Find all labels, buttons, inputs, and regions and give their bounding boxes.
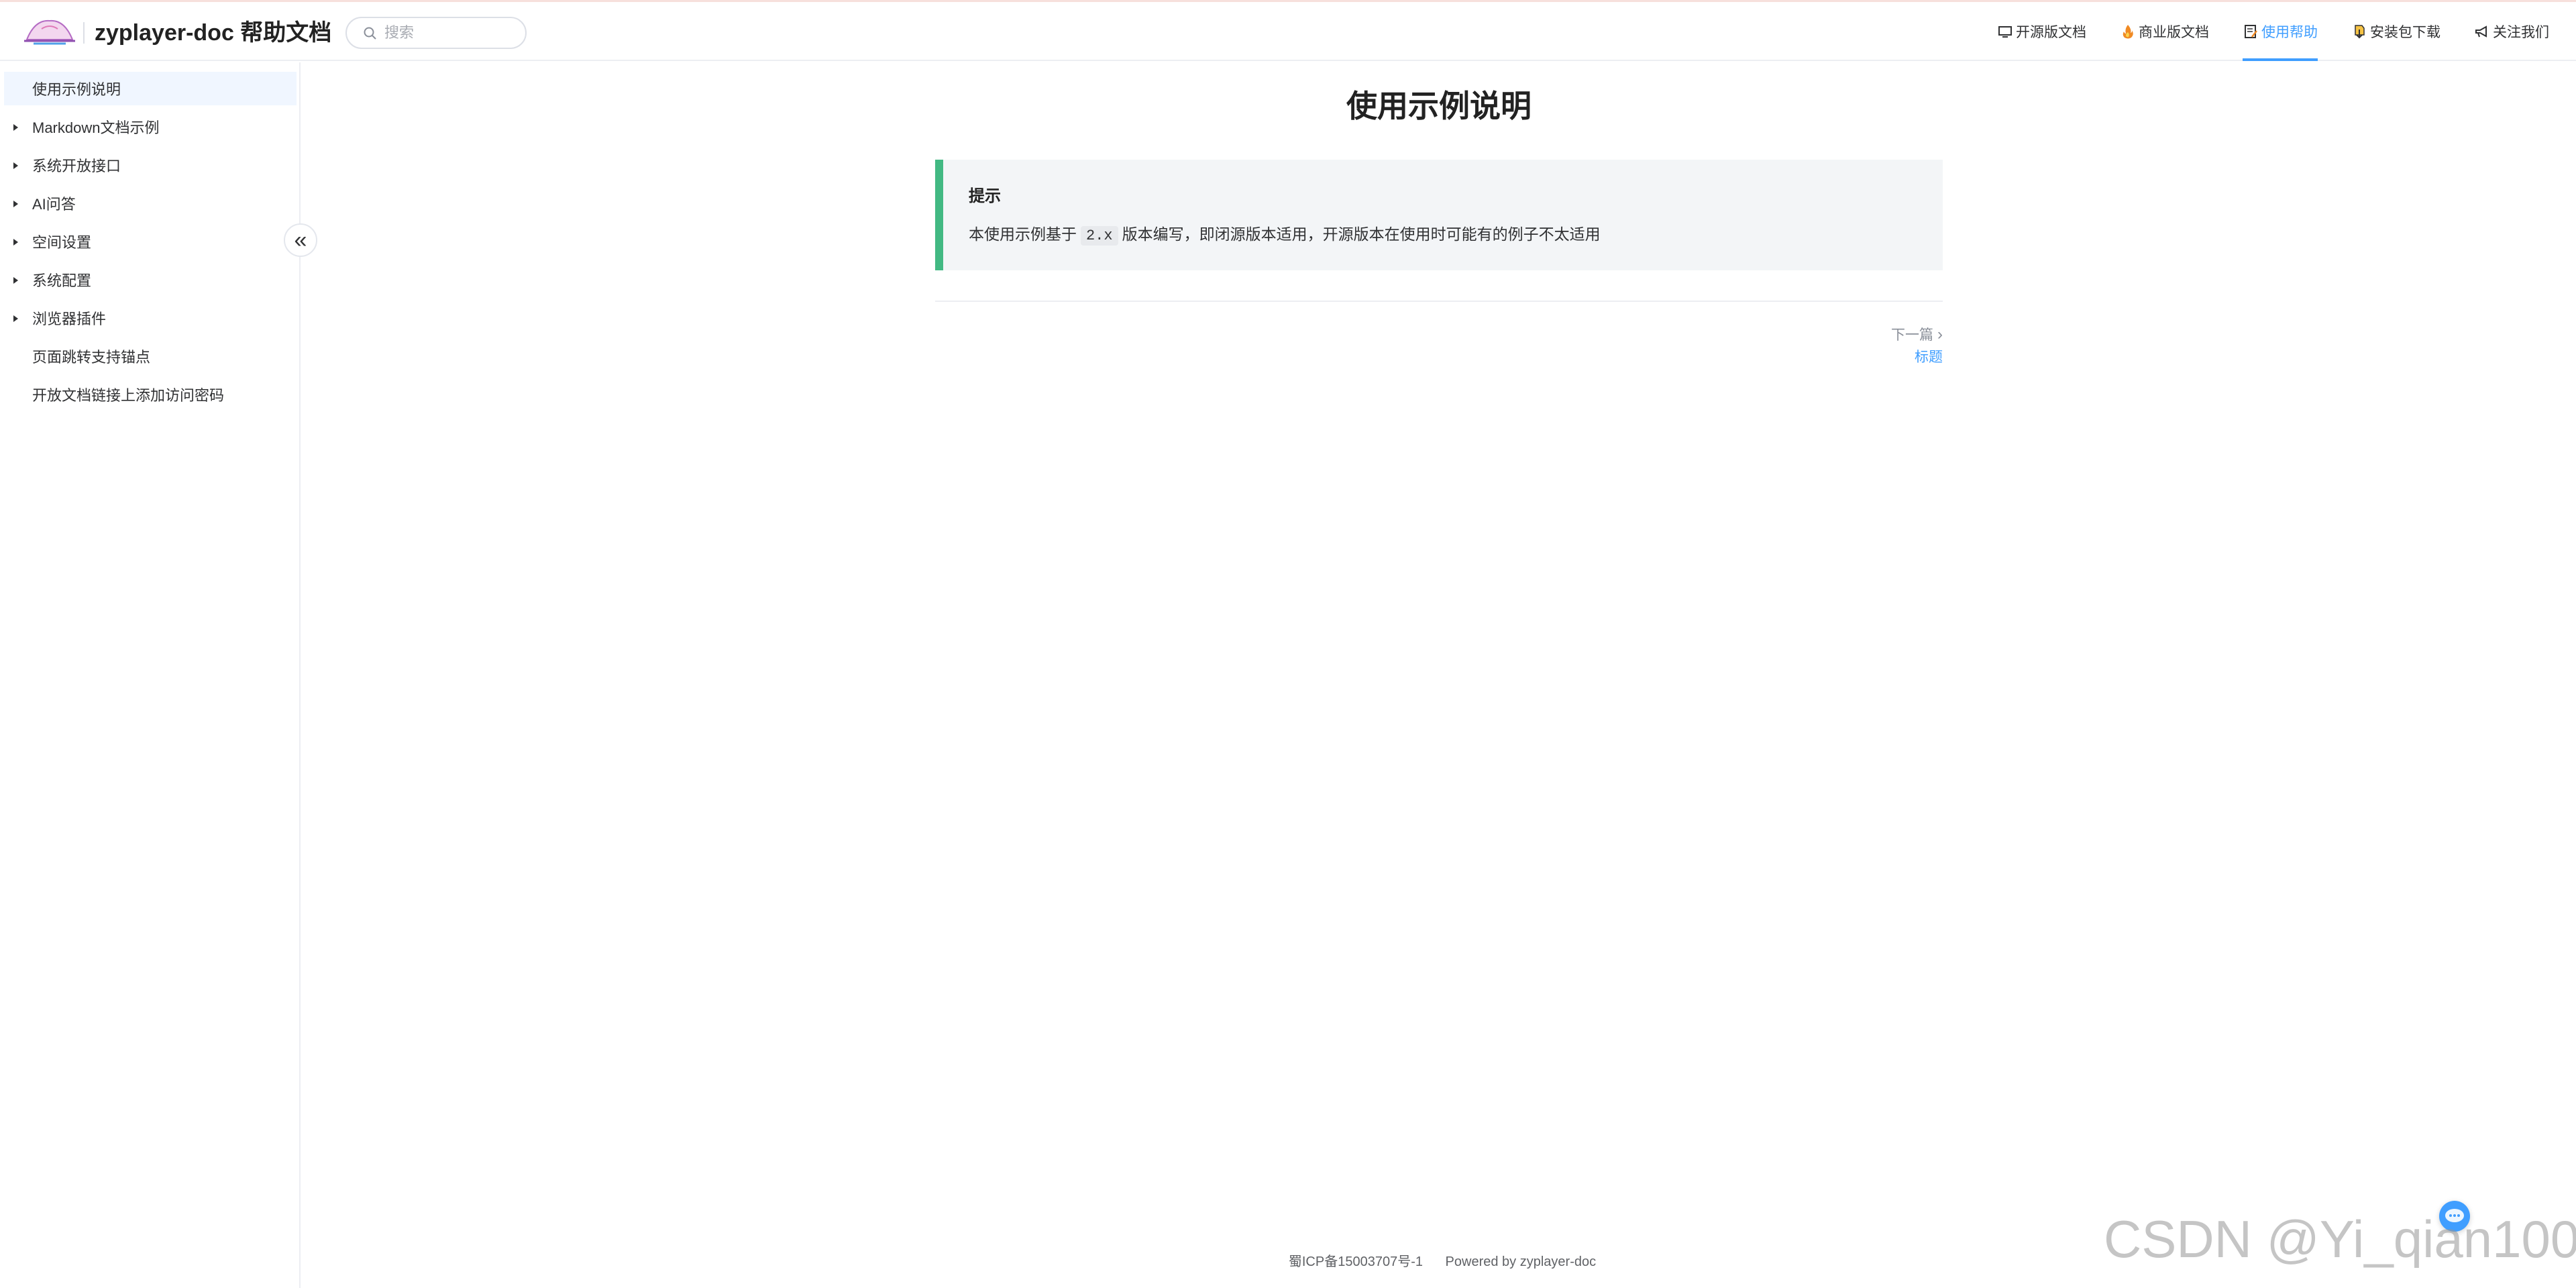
sidebar-item-open-api[interactable]: 系统开放接口 [0,148,297,182]
sidebar-item-label: 浏览器插件 [32,311,107,327]
nav-label: 安装包下载 [2370,25,2440,40]
sidebar-item-space-settings[interactable]: 空间设置 [0,225,297,258]
fire-icon [2123,25,2133,39]
sidebar-item-ai-qa[interactable]: AI问答 [0,186,297,220]
site-title[interactable]: zyplayer-doc 帮助文档 [95,17,331,49]
caret-right-icon[interactable] [13,315,18,322]
sidebar-item-label: 使用示例说明 [32,81,121,98]
caret-right-icon[interactable] [13,162,18,169]
sidebar-item-system-config[interactable]: 系统配置 [0,263,297,297]
inline-code: 2.x [1081,226,1118,246]
caret-right-icon[interactable] [13,124,18,131]
powered-by-link[interactable]: Powered by zyplayer-doc [1446,1254,1597,1269]
caret-right-icon[interactable] [13,277,18,284]
megaphone-icon [2475,25,2487,38]
caret-right-icon[interactable] [13,201,18,207]
page: zyplayer-doc 帮助文档 开源版文档 商业版 [0,0,2576,1288]
search-icon [364,27,376,40]
nav-label: 商业版文档 [2139,25,2209,40]
search-box[interactable] [345,17,527,49]
download-icon [2355,25,2365,39]
collapse-sidebar-button[interactable]: « [284,223,317,257]
footer: 蜀ICP备15003707号-1 Powered by zyplayer-doc [1140,1250,1744,1270]
tip-text: 本使用示例基于 2.x 版本编写，即闭源版本适用，开源版本在使用时可能有的例子不太适… [969,221,1601,246]
sidebar-item-label: 开放文档链接上添加访问密码 [32,387,225,404]
sidebar-item-label: AI问答 [32,196,76,213]
nav-follow-us[interactable]: 关注我们 [2474,2,2549,61]
tip-text-after: 版本编写，即闭源版本适用，开源版本在使用时可能有的例子不太适用 [1122,225,1601,243]
header: zyplayer-doc 帮助文档 开源版文档 商业版 [0,2,2576,61]
tip-title: 提示 [969,187,1001,205]
nav-label: 关注我们 [2493,25,2549,40]
nav-label: 开源版文档 [2016,25,2086,40]
double-chevron-left-icon: « [294,227,307,253]
content-divider [935,301,1943,302]
sidebar-item-label: 空间设置 [32,234,92,251]
chevron-right-icon: › [1937,325,1943,343]
tip-callout: 提示 本使用示例基于 2.x 版本编写，即闭源版本适用，开源版本在使用时可能有的例子… [935,160,1943,270]
sidebar-item-label: 页面跳转支持锚点 [32,349,151,366]
caret-right-icon[interactable] [13,239,18,246]
sidebar-item-label: 系统配置 [32,272,92,289]
tip-text-before: 本使用示例基于 [969,225,1077,243]
nav-commercial-docs[interactable]: 商业版文档 [2120,2,2209,61]
top-nav: 开源版文档 商业版文档 使用帮助 安装包下载 关注我们 [1964,2,2549,61]
sidebar: 使用示例说明 Markdown文档示例 系统开放接口 AI问答 空间设置 系统配… [0,62,317,1288]
next-label: 下一篇 › [1891,325,1943,345]
search-input[interactable] [384,22,519,44]
next-page-nav[interactable]: 下一篇 › 标题 [1891,325,1943,370]
nav-open-source-docs[interactable]: 开源版文档 [1997,2,2086,61]
nav-label: 使用帮助 [2261,25,2318,40]
next-label-text: 下一篇 [1891,327,1933,343]
nav-usage-help[interactable]: 使用帮助 [2243,2,2318,61]
sidebar-item-browser-plugin[interactable]: 浏览器插件 [0,301,297,335]
next-page-link[interactable]: 标题 [1891,345,1943,370]
logo-divider [83,22,85,44]
nav-download[interactable]: 安装包下载 [2351,2,2440,61]
watermark: CSDN @Yi_qian1000 [2104,1210,2576,1269]
monitor-icon [1998,26,2012,38]
sidebar-item-link-password[interactable]: 开放文档链接上添加访问密码 [0,378,297,411]
logo-icon[interactable] [21,14,78,49]
sidebar-item-label: 系统开放接口 [32,158,121,174]
sidebar-item-usage-examples[interactable]: 使用示例说明 [4,72,297,105]
sidebar-item-markdown-examples[interactable]: Markdown文档示例 [0,110,297,144]
icp-link[interactable]: 蜀ICP备15003707号-1 [1289,1254,1423,1269]
page-title: 使用示例说明 [1346,89,1532,123]
sidebar-item-label: Markdown文档示例 [32,119,160,136]
sidebar-item-page-anchor[interactable]: 页面跳转支持锚点 [0,339,297,373]
note-icon [2245,25,2257,38]
